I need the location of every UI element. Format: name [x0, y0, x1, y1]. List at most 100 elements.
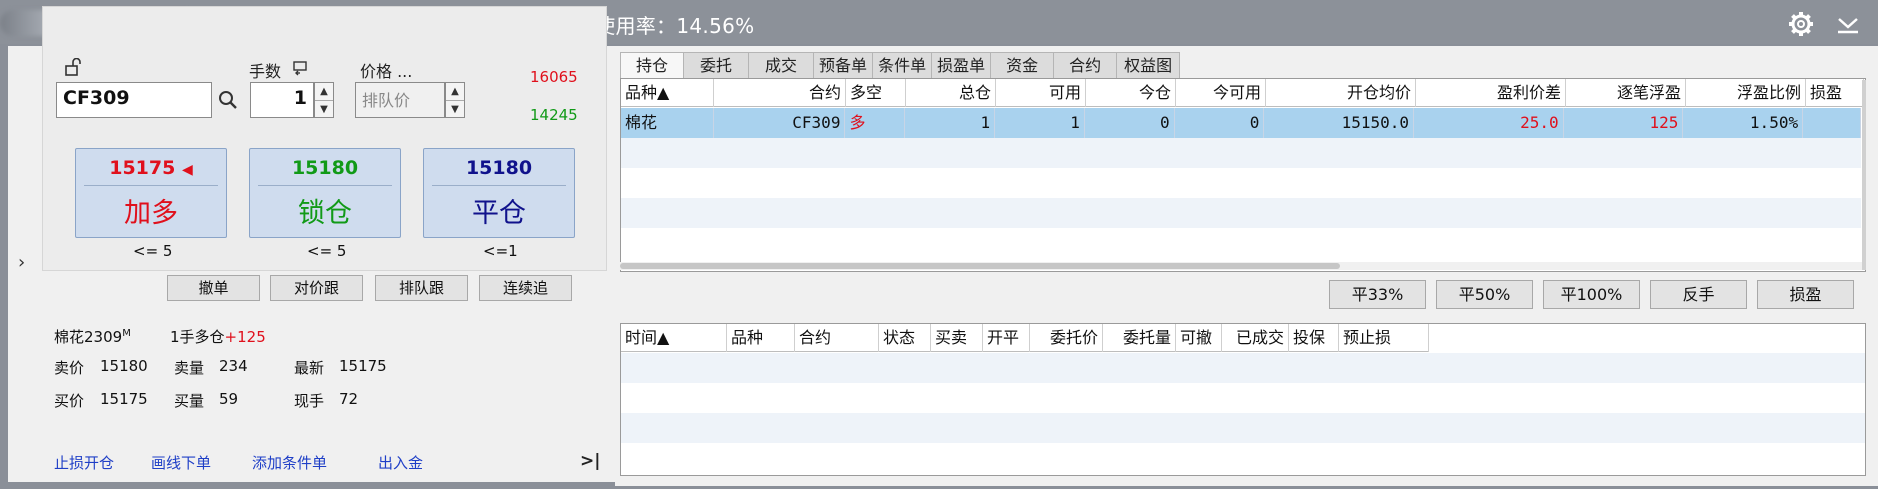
- tab-trades[interactable]: 成交: [748, 52, 815, 78]
- lock-position-limit: <= 5: [307, 242, 347, 260]
- add-long-limit: <= 5: [133, 242, 173, 260]
- col-header[interactable]: 时间▲: [621, 324, 727, 352]
- bid-volume: 59: [219, 390, 239, 408]
- ask-volume: 234: [219, 357, 248, 375]
- tab-conditional-orders[interactable]: 条件单: [872, 52, 933, 78]
- cell-direction: 多: [845, 108, 906, 138]
- cell-today: 0: [1085, 108, 1175, 138]
- reverse-button[interactable]: 反手: [1650, 280, 1747, 309]
- col-header[interactable]: 浮盈比例: [1686, 79, 1806, 107]
- col-header[interactable]: 状态: [879, 324, 931, 352]
- col-header[interactable]: 委托量: [1103, 324, 1176, 352]
- price-stepper[interactable]: ▲ ▼: [445, 82, 465, 118]
- close-50-button[interactable]: 平50%: [1436, 280, 1533, 309]
- col-header[interactable]: 预止损: [1339, 324, 1429, 352]
- col-header[interactable]: 买卖: [931, 324, 983, 352]
- price-input[interactable]: 排队价: [355, 82, 445, 118]
- cell-product: 棉花: [621, 108, 714, 138]
- close-position-price: 15180: [465, 157, 533, 179]
- tab-prepared-orders[interactable]: 预备单: [813, 52, 874, 78]
- stepper-down-icon[interactable]: ▼: [446, 100, 464, 117]
- cell-contract: CF309: [714, 108, 846, 138]
- stepper-down-icon[interactable]: ▼: [315, 100, 333, 117]
- col-header[interactable]: 损盈: [1806, 79, 1864, 107]
- col-header[interactable]: 投保: [1289, 324, 1339, 352]
- qty-stepper[interactable]: ▲ ▼: [314, 82, 334, 118]
- cancel-order-button[interactable]: 撤单: [167, 275, 260, 301]
- positions-header: 品种▲ 合约 多空 总仓 可用 今仓 今可用 开仓均价 盈利价差 逐笔浮盈 浮盈…: [621, 79, 1864, 107]
- last-price: 15175: [339, 357, 387, 375]
- lock-position-price: 15180: [291, 157, 359, 179]
- close-position-label: 平仓: [472, 198, 526, 229]
- orders-header: 时间▲ 品种 合约 状态 买卖 开平 委托价 委托量 可撤 已成交 投保 预止损: [621, 324, 1429, 352]
- positions-table: 品种▲ 合约 多空 总仓 可用 今仓 今可用 开仓均价 盈利价差 逐笔浮盈 浮盈…: [620, 78, 1866, 272]
- bid-label: 买价: [54, 392, 85, 410]
- lock-position-button[interactable]: 15180 锁仓: [249, 148, 401, 238]
- col-header[interactable]: 可撤: [1176, 324, 1222, 352]
- qty-input[interactable]: 1: [250, 82, 314, 118]
- last-label: 最新: [294, 359, 325, 377]
- add-conditional-order-link[interactable]: 添加条件单: [252, 452, 327, 473]
- continuous-chase-button[interactable]: 连续追: [479, 275, 572, 301]
- chevron-down-icon[interactable]: [1836, 13, 1860, 35]
- tab-stop-orders[interactable]: 损盈单: [931, 52, 992, 78]
- stop-profit-button[interactable]: 损盈: [1757, 280, 1854, 309]
- cell-stop: [1803, 108, 1861, 138]
- close-33-button[interactable]: 平33%: [1329, 280, 1426, 309]
- return-icon[interactable]: [292, 60, 310, 76]
- col-header[interactable]: 合约: [795, 324, 879, 352]
- add-long-label: 加多: [124, 198, 178, 229]
- positions-hscroll-thumb[interactable]: [620, 263, 1340, 269]
- bid-volume-label: 买量: [174, 392, 205, 410]
- draw-line-order-link[interactable]: 画线下单: [151, 452, 211, 473]
- cell-today-available: 0: [1175, 108, 1265, 138]
- table-row[interactable]: 棉花 CF309 多 1 1 0 0 15150.0 25.0 125 1.50…: [621, 108, 1861, 138]
- ask-volume-label: 卖量: [174, 359, 205, 377]
- tab-positions[interactable]: 持仓: [620, 52, 685, 78]
- stop-loss-open-link[interactable]: 止损开仓: [54, 452, 114, 473]
- qty-label: 手数: [249, 62, 282, 81]
- unlock-icon[interactable]: [64, 58, 82, 76]
- cell-avg-open: 15150.0: [1264, 108, 1415, 138]
- ask-label: 卖价: [54, 359, 85, 377]
- collapse-panel-icon[interactable]: >|: [580, 451, 600, 471]
- col-header[interactable]: 盈利价差: [1416, 79, 1566, 107]
- col-header[interactable]: 总仓: [906, 79, 996, 107]
- col-header[interactable]: 今可用: [1176, 79, 1266, 107]
- deposit-withdraw-link[interactable]: 出入金: [378, 452, 423, 473]
- col-header[interactable]: 品种: [727, 324, 795, 352]
- col-header[interactable]: 品种▲: [621, 79, 714, 107]
- col-header[interactable]: 逐笔浮盈: [1566, 79, 1686, 107]
- col-header[interactable]: 多空: [846, 79, 906, 107]
- close-100-button[interactable]: 平100%: [1543, 280, 1640, 309]
- col-header[interactable]: 已成交: [1222, 324, 1289, 352]
- last-volume: 72: [339, 390, 359, 408]
- tab-contracts[interactable]: 合约: [1053, 52, 1118, 78]
- col-header[interactable]: 开仓均价: [1266, 79, 1416, 107]
- add-long-price: 15175: [109, 157, 176, 179]
- col-header[interactable]: 合约: [714, 79, 846, 107]
- tab-funds[interactable]: 资金: [990, 52, 1055, 78]
- cell-profit-spread: 25.0: [1414, 108, 1564, 138]
- tab-equity-chart[interactable]: 权益图: [1116, 52, 1181, 78]
- cell-total: 1: [905, 108, 996, 138]
- bid-price: 15175: [100, 390, 148, 408]
- col-header[interactable]: 今仓: [1086, 79, 1176, 107]
- search-icon[interactable]: [218, 90, 238, 110]
- col-header[interactable]: 开平: [983, 324, 1030, 352]
- col-header[interactable]: 可用: [996, 79, 1086, 107]
- stepper-up-icon[interactable]: ▲: [446, 83, 464, 100]
- record-tabs: 持仓 委托 成交 预备单 条件单 损盈单 资金 合约 权益图: [620, 52, 1181, 78]
- follow-counter-price-button[interactable]: 对价跟: [270, 275, 363, 301]
- col-header[interactable]: 委托价: [1030, 324, 1103, 352]
- tab-orders[interactable]: 委托: [683, 52, 750, 78]
- gear-icon[interactable]: [1788, 11, 1814, 37]
- follow-queue-price-button[interactable]: 排队跟: [375, 275, 468, 301]
- positions-vscroll[interactable]: [1862, 80, 1866, 270]
- expand-arrow-icon[interactable]: ›: [18, 252, 25, 273]
- position-summary: 1手多仓+125: [170, 328, 266, 346]
- add-long-button[interactable]: 15175 ◀ 加多: [75, 148, 227, 238]
- close-position-button[interactable]: 15180 平仓: [423, 148, 575, 238]
- contract-code-input[interactable]: CF309: [56, 82, 212, 118]
- stepper-up-icon[interactable]: ▲: [315, 83, 333, 100]
